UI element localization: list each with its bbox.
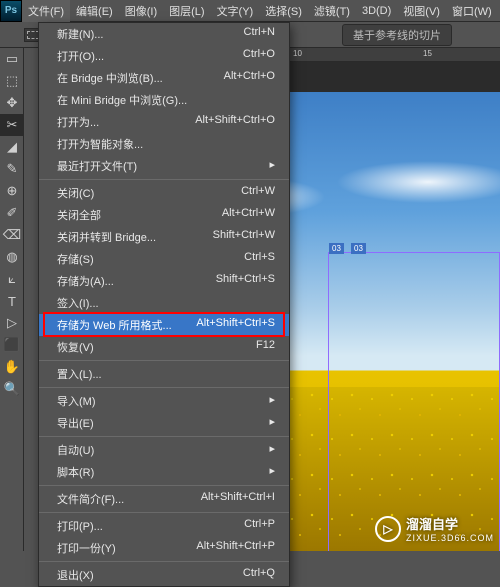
crop-tool-icon[interactable]: ✂ (0, 114, 24, 136)
hand-tool-icon[interactable]: ✋ (0, 356, 24, 378)
menu-item[interactable]: 导入(M)▸ (39, 390, 289, 412)
menu-file[interactable]: 文件(F) (22, 0, 70, 22)
menu-window[interactable]: 窗口(W) (446, 0, 498, 22)
pencil-tool-icon[interactable]: ✐ (0, 202, 24, 224)
menu-item[interactable]: 打印(P)...Ctrl+P (39, 515, 289, 537)
menu-item[interactable]: 在 Mini Bridge 中浏览(G)... (39, 89, 289, 111)
file-menu-dropdown: 新建(N)...Ctrl+N打开(O)...Ctrl+O在 Bridge 中浏览… (38, 22, 290, 587)
watermark: ▷ 溜溜自学 ZIXUE.3D66.COM (375, 514, 494, 543)
ruler-mark: 10 (293, 49, 302, 58)
type-tool-icon[interactable]: T (0, 290, 24, 312)
menu-item[interactable]: 关闭(C)Ctrl+W (39, 182, 289, 204)
menu-item[interactable]: 导出(E)▸ (39, 412, 289, 434)
menu-item[interactable]: 打开为...Alt+Shift+Ctrl+O (39, 111, 289, 133)
move-tool-icon[interactable]: ▭ (0, 48, 24, 70)
toolbox: ▭ ⬚ ✥ ✂ ◢ ✎ ⊕ ✐ ⌫ ◍ ⟀ T ▷ ⬛ ✋ 🔍 (0, 48, 24, 551)
slice-from-guides-button[interactable]: 基于参考线的切片 (342, 24, 452, 46)
menu-layer[interactable]: 图层(L) (163, 0, 210, 22)
stamp-tool-icon[interactable]: ⊕ (0, 180, 24, 202)
watermark-title: 溜溜自学 (406, 517, 458, 532)
ruler-mark: 15 (423, 49, 432, 58)
menu-filter[interactable]: 滤镜(T) (308, 0, 356, 22)
menu-item[interactable]: 存储(S)Ctrl+S (39, 248, 289, 270)
play-icon: ▷ (375, 516, 401, 542)
eyedropper-tool-icon[interactable]: ◢ (0, 136, 24, 158)
menu-item[interactable]: 存储为(A)...Shift+Ctrl+S (39, 270, 289, 292)
menu-item[interactable]: 脚本(R)▸ (39, 461, 289, 483)
menu-image[interactable]: 图像(I) (119, 0, 163, 22)
eraser-tool-icon[interactable]: ⌫ (0, 224, 24, 246)
menu-item[interactable]: 存储为 Web 所用格式...Alt+Shift+Ctrl+S (39, 314, 289, 336)
slice-overlay[interactable]: 03 03 (328, 252, 500, 551)
menu-item[interactable]: 关闭并转到 Bridge...Shift+Ctrl+W (39, 226, 289, 248)
shape-tool-icon[interactable]: ⬛ (0, 334, 24, 356)
menu-edit[interactable]: 编辑(E) (70, 0, 119, 22)
menu-item[interactable]: 打开为智能对象... (39, 133, 289, 155)
slice-tag: 03 (351, 243, 366, 254)
menu-item[interactable]: 新建(N)...Ctrl+N (39, 23, 289, 45)
menu-3d[interactable]: 3D(D) (356, 2, 397, 20)
zoom-tool-icon[interactable]: 🔍 (0, 378, 24, 400)
menu-item[interactable]: 最近打开文件(T)▸ (39, 155, 289, 177)
menu-item[interactable]: 打开(O)...Ctrl+O (39, 45, 289, 67)
menu-select[interactable]: 选择(S) (259, 0, 308, 22)
menu-item[interactable]: 签入(I)... (39, 292, 289, 314)
menu-type[interactable]: 文字(Y) (211, 0, 260, 22)
menu-item[interactable]: 置入(L)... (39, 363, 289, 385)
menu-item[interactable]: 自动(U)▸ (39, 439, 289, 461)
app-logo: Ps (0, 0, 22, 22)
menu-view[interactable]: 视图(V) (397, 0, 446, 22)
menu-item[interactable]: 在 Bridge 中浏览(B)...Alt+Ctrl+O (39, 67, 289, 89)
watermark-sub: ZIXUE.3D66.COM (406, 533, 494, 543)
menu-item[interactable]: 打印一份(Y)Alt+Shift+Ctrl+P (39, 537, 289, 559)
pen-tool-icon[interactable]: ⟀ (0, 268, 24, 290)
marquee-tool-icon[interactable]: ⬚ (0, 70, 24, 92)
menu-item[interactable]: 文件简介(F)...Alt+Shift+Ctrl+I (39, 488, 289, 510)
path-tool-icon[interactable]: ▷ (0, 312, 24, 334)
menu-item[interactable]: 关闭全部Alt+Ctrl+W (39, 204, 289, 226)
menu-item[interactable]: 恢复(V)F12 (39, 336, 289, 358)
gradient-tool-icon[interactable]: ◍ (0, 246, 24, 268)
brush-tool-icon[interactable]: ✎ (0, 158, 24, 180)
lasso-tool-icon[interactable]: ✥ (0, 92, 24, 114)
slice-tag: 03 (329, 243, 344, 254)
menu-item[interactable]: 退出(X)Ctrl+Q (39, 564, 289, 586)
